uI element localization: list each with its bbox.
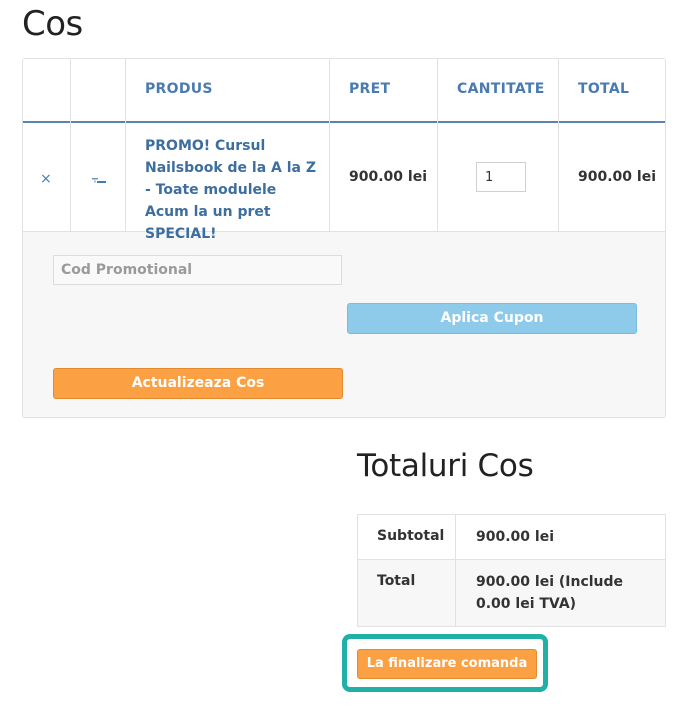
column-divider <box>125 59 126 231</box>
column-divider <box>455 515 456 626</box>
cart-totals-table: Subtotal 900.00 lei Total 900.00 lei (In… <box>357 514 666 627</box>
header-price: PRET <box>349 81 391 97</box>
cart-totals-title: Totaluri Cos <box>357 448 534 484</box>
coupon-code-input[interactable] <box>53 255 342 285</box>
header-quantity: CANTITATE <box>457 81 545 97</box>
subtotal-row: Subtotal 900.00 lei <box>358 515 665 560</box>
subtotal-value: 900.00 lei <box>476 529 554 545</box>
item-total: 900.00 lei <box>578 169 656 185</box>
subtotal-label: Subtotal <box>377 528 445 544</box>
column-divider <box>437 59 438 231</box>
total-label: Total <box>377 573 416 589</box>
page-title: Cos <box>22 4 83 44</box>
column-divider <box>558 59 559 231</box>
product-thumbnail-icon[interactable] <box>91 177 107 185</box>
column-divider <box>70 59 71 231</box>
update-cart-button[interactable]: Actualizeaza Cos <box>53 368 343 399</box>
total-row: Total 900.00 lei (Include 0.00 lei TVA) <box>358 560 665 626</box>
header-product: PRODUS <box>145 81 213 97</box>
cart-table: PRODUS PRET CANTITATE TOTAL × PROMO! Cur… <box>22 58 666 418</box>
product-name-link[interactable]: PROMO! Cursul Nailsbook de la A la Z - T… <box>145 135 317 245</box>
quantity-input[interactable] <box>476 162 526 192</box>
cart-table-header: PRODUS PRET CANTITATE TOTAL <box>23 59 665 123</box>
checkout-button[interactable]: La finalizare comanda <box>357 649 537 679</box>
item-price: 900.00 lei <box>349 169 427 185</box>
apply-coupon-button[interactable]: Aplica Cupon <box>347 303 637 334</box>
column-divider <box>329 59 330 231</box>
total-value: 900.00 lei (Include 0.00 lei TVA) <box>476 574 624 612</box>
cart-item-row: × PROMO! Cursul Nailsbook de la A la Z -… <box>23 123 665 242</box>
header-total: TOTAL <box>578 81 630 97</box>
remove-item-icon[interactable]: × <box>40 171 52 187</box>
